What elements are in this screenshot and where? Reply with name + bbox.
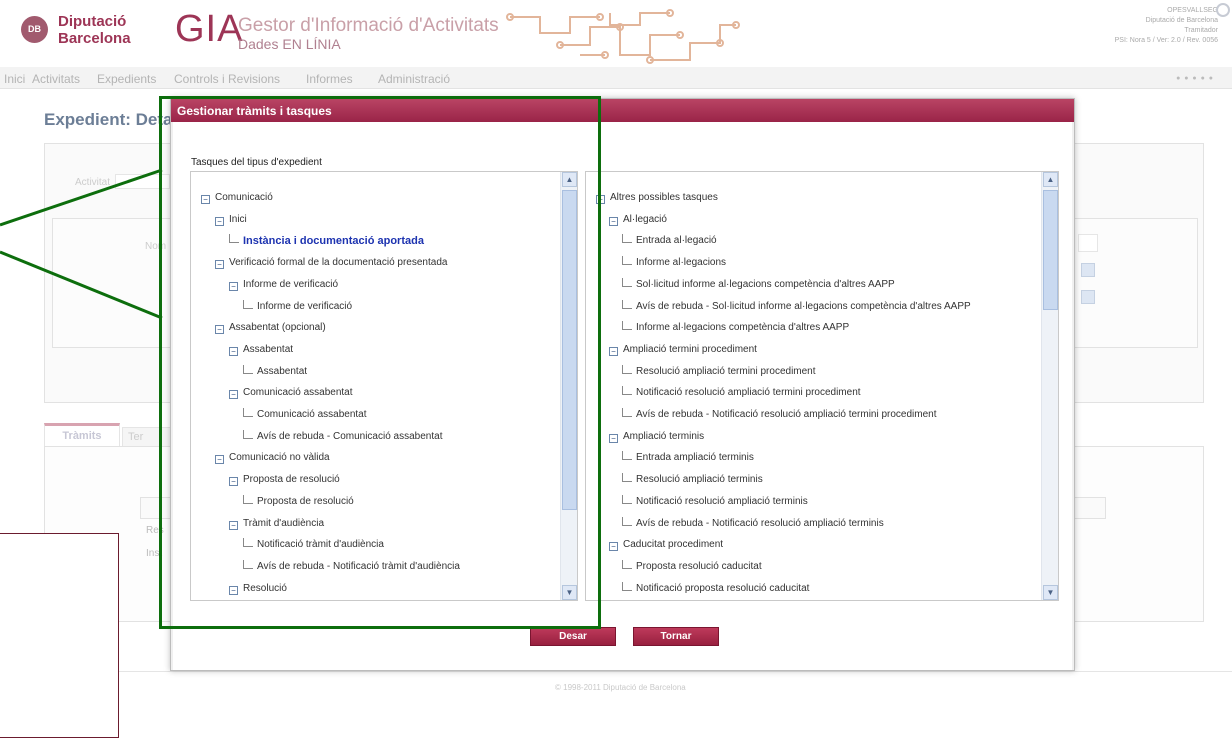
highlight-connector-lines (0, 168, 163, 320)
scroll-up-icon[interactable]: ▲ (1043, 172, 1058, 187)
nav-item-administracio[interactable]: Administració (378, 72, 450, 86)
bg-field[interactable] (1078, 234, 1098, 252)
leaf-connector-icon (622, 386, 632, 396)
tree-item-label: Resolució ampliació termini procediment (636, 365, 816, 377)
leaf-connector-icon (622, 408, 632, 417)
dropdown-arrow-icon[interactable] (1081, 290, 1095, 304)
app-acronym: GIA (175, 8, 244, 50)
leaf-connector-icon (622, 299, 632, 309)
scroll-thumb[interactable] (1043, 190, 1058, 310)
tree-item-label: Avís de rebuda - Notificació resolució a… (636, 409, 937, 420)
tree-item-label: Caducitat procediment (623, 539, 724, 551)
app-subtitle: Dades EN LÍNIA (238, 36, 341, 52)
user-org: Diputació de Barcelona (1145, 17, 1218, 24)
footer-copyright: © 1998-2011 Diputació de Barcelona (555, 683, 686, 692)
dropdown-arrow-icon[interactable] (1081, 263, 1095, 277)
leaf-connector-icon (622, 277, 632, 287)
nav-dots: ● ● ● ● ● (1176, 75, 1214, 82)
leaf-connector-icon (622, 321, 632, 331)
nav-item-informes[interactable]: Informes (306, 72, 353, 86)
circuit-decoration-icon (506, 9, 740, 64)
leaf-connector-icon (622, 473, 632, 483)
leaf-connector-icon (622, 234, 632, 244)
user-role: Tramitador (1184, 27, 1218, 34)
collapse-toggle-icon[interactable]: − (609, 433, 618, 443)
version-info: PSI: Nora 5 / Ver: 2.0 / Rev. 0056 (1114, 37, 1218, 44)
tree-item-label: Al·legació (623, 213, 667, 225)
highlight-box (159, 96, 601, 629)
logout-power-icon[interactable] (1216, 3, 1230, 17)
other-tasks-tree[interactable]: − Altres possibles tasques − Al·legació Entr… (585, 171, 1059, 601)
tree-item-label: Notificació proposta resolució caducitat (636, 582, 810, 594)
tree-item-label: Entrada ampliació terminis (636, 452, 754, 464)
tree-item-label: Notificació resolució ampliació termini … (636, 387, 861, 399)
leaf-connector-icon (622, 364, 632, 374)
tree-item-label: Notificació resolució ampliació terminis (636, 495, 808, 507)
right-scrollbar[interactable]: ▲ ▼ (1041, 172, 1058, 600)
collapse-toggle-icon[interactable]: − (609, 542, 618, 552)
leaf-connector-icon (622, 451, 632, 461)
leaf-connector-icon (622, 581, 632, 591)
tree-item-label: Proposta resolució caducitat (636, 560, 762, 572)
leaf-connector-icon (622, 516, 632, 526)
scroll-down-icon[interactable]: ▼ (1043, 585, 1058, 600)
tree-item-label: Informe al·legacions (636, 257, 727, 269)
tree-item-label: Entrada al·legació (636, 235, 717, 247)
save-button[interactable]: Desar (530, 627, 616, 646)
user-name: OPESVALLSEG (1167, 7, 1218, 14)
tree-item-label: Resolució ampliació terminis (636, 474, 763, 486)
tree-item-label: Ampliació terminis (623, 430, 705, 442)
collapse-toggle-icon[interactable]: − (609, 346, 618, 356)
nav-item-controls[interactable]: Controls i Revisions (174, 72, 280, 86)
app-title: Gestor d'Informació d'Activitats (238, 15, 499, 36)
app-header: DB Diputació Barcelona GIA Gestor d'Info… (0, 0, 1232, 68)
tree-item-label: Avís de rebuda - Notificació resolució a… (636, 517, 884, 529)
tree-item-label: Sol·licitud informe al·legacions competè… (636, 278, 895, 290)
leaf-connector-icon (622, 494, 632, 504)
tree-item-label: Altres possibles tasques (610, 192, 718, 203)
tree-item-label: Avís de rebuda - Sol·licitud informe al·… (636, 300, 971, 312)
collapse-toggle-icon[interactable]: − (609, 216, 618, 226)
callout-box (0, 533, 119, 738)
footer-divider (0, 671, 1232, 672)
tree-item-label: Informe al·legacions competència d'altre… (636, 322, 850, 334)
leaf-connector-icon (622, 256, 632, 266)
tab-tramits[interactable]: Tràmits (44, 423, 120, 447)
leaf-connector-icon (622, 559, 632, 569)
main-nav: Inici Activitats Expedients Controls i R… (0, 67, 1232, 89)
tree-item-label: Ampliació termini procediment (623, 343, 757, 355)
back-button[interactable]: Tornar (633, 627, 719, 646)
user-info: OPESVALLSEG Diputació de Barcelona Trami… (1115, 6, 1218, 46)
